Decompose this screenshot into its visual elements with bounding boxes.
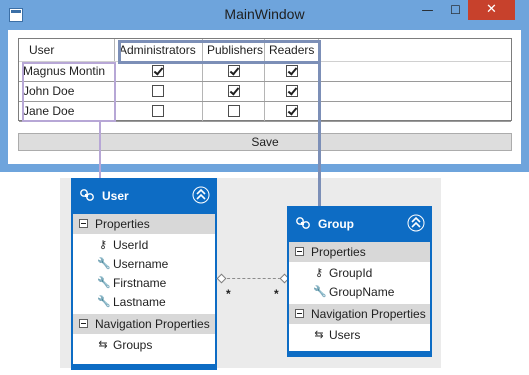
wrench-icon: 🔧 bbox=[313, 286, 327, 298]
entity-body: Properties ⚷ GroupId 🔧 GroupName Navigat… bbox=[289, 242, 430, 351]
user-name-cell[interactable]: Jane Doe bbox=[19, 102, 115, 121]
publishers-checkbox[interactable] bbox=[228, 105, 240, 117]
association-line[interactable] bbox=[222, 278, 286, 280]
wrench-icon: 🔧 bbox=[97, 277, 111, 289]
collapse-toggle-icon[interactable] bbox=[295, 309, 304, 318]
navigation-section-header[interactable]: Navigation Properties bbox=[289, 304, 430, 324]
entity-icon bbox=[296, 217, 310, 229]
window-client-area: User Administrators Publishers Readers M… bbox=[8, 30, 521, 164]
entity-header[interactable]: Group bbox=[287, 206, 432, 242]
publishers-checkbox[interactable] bbox=[228, 85, 240, 97]
users-datagrid[interactable]: User Administrators Publishers Readers M… bbox=[18, 38, 512, 122]
property-name: GroupName bbox=[329, 285, 395, 299]
column-header-administrators[interactable]: Administrators bbox=[115, 39, 203, 61]
entity-name: Group bbox=[318, 217, 354, 231]
properties-list: ⚷ GroupId 🔧 GroupName bbox=[289, 262, 430, 304]
administrators-cell bbox=[115, 62, 203, 81]
entity-body: Properties ⚷ UserId 🔧 Username 🔧 Firstna… bbox=[73, 214, 215, 364]
title-bar[interactable]: MainWindow — ☐ ✕ bbox=[0, 0, 529, 30]
entity-icon bbox=[80, 189, 94, 201]
column-header-publishers[interactable]: Publishers bbox=[203, 39, 265, 61]
navigation-section-label: Navigation Properties bbox=[95, 317, 210, 331]
navigation-list: ⇆ Groups bbox=[73, 334, 215, 357]
publishers-checkbox[interactable] bbox=[228, 65, 240, 77]
property-item[interactable]: 🔧 Username bbox=[73, 255, 215, 274]
properties-list: ⚷ UserId 🔧 Username 🔧 Firstname 🔧 Lastna… bbox=[73, 234, 215, 314]
table-row[interactable]: Jane Doe bbox=[19, 102, 511, 122]
property-name: Firstname bbox=[113, 276, 167, 290]
collapse-toggle-icon[interactable] bbox=[79, 319, 88, 328]
key-icon: ⚷ bbox=[314, 267, 324, 279]
readers-checkbox[interactable] bbox=[286, 105, 298, 117]
property-item[interactable]: ⚷ GroupId bbox=[289, 264, 430, 283]
publishers-cell bbox=[203, 102, 265, 121]
property-item[interactable]: ⚷ UserId bbox=[73, 236, 215, 255]
navigation-section-label: Navigation Properties bbox=[311, 307, 426, 321]
navigation-property-item[interactable]: ⇆ Users bbox=[289, 326, 430, 345]
property-name: UserId bbox=[113, 238, 149, 252]
collapse-toggle-icon[interactable] bbox=[79, 219, 88, 228]
entity-header[interactable]: User bbox=[71, 178, 217, 214]
navigation-icon: ⇆ bbox=[98, 339, 108, 351]
entity-user[interactable]: User Properties ⚷ UserId 🔧 Username 🔧 Fi… bbox=[71, 178, 217, 370]
readers-cell bbox=[265, 62, 319, 81]
administrators-checkbox[interactable] bbox=[152, 105, 164, 117]
navigation-icon: ⇆ bbox=[314, 329, 324, 341]
property-name: Username bbox=[113, 257, 169, 271]
publishers-cell bbox=[203, 82, 265, 101]
properties-section-header[interactable]: Properties bbox=[73, 214, 215, 234]
property-item[interactable]: 🔧 Lastname bbox=[73, 293, 215, 312]
table-row[interactable]: John Doe bbox=[19, 82, 511, 102]
administrators-checkbox[interactable] bbox=[152, 65, 164, 77]
property-item[interactable]: 🔧 Firstname bbox=[73, 274, 215, 293]
entity-group[interactable]: Group Properties ⚷ GroupId 🔧 GroupName N… bbox=[287, 206, 432, 357]
double-chevron-up-icon[interactable] bbox=[192, 186, 210, 204]
user-name-cell[interactable]: Magnus Montin bbox=[19, 62, 115, 81]
properties-section-header[interactable]: Properties bbox=[289, 242, 430, 262]
properties-section-label: Properties bbox=[311, 245, 366, 259]
property-item[interactable]: 🔧 GroupName bbox=[289, 283, 430, 302]
property-name: GroupId bbox=[329, 266, 373, 280]
group-connector-line bbox=[318, 64, 321, 207]
readers-cell bbox=[265, 82, 319, 101]
administrators-cell bbox=[115, 82, 203, 101]
readers-checkbox[interactable] bbox=[286, 65, 298, 77]
properties-section-label: Properties bbox=[95, 217, 150, 231]
save-button[interactable]: Save bbox=[18, 133, 512, 151]
column-header-readers[interactable]: Readers bbox=[265, 39, 319, 61]
maximize-button[interactable]: ☐ bbox=[442, 0, 469, 20]
entity-name: User bbox=[102, 189, 129, 203]
multiplicity-right: * bbox=[274, 287, 279, 301]
main-window: MainWindow — ☐ ✕ User Administrators Pub… bbox=[0, 0, 529, 172]
publishers-cell bbox=[203, 62, 265, 81]
wrench-icon: 🔧 bbox=[97, 296, 111, 308]
multiplicity-left: * bbox=[226, 287, 231, 301]
readers-checkbox[interactable] bbox=[286, 85, 298, 97]
readers-cell bbox=[265, 102, 319, 121]
navigation-section-header[interactable]: Navigation Properties bbox=[73, 314, 215, 334]
minimize-button[interactable]: — bbox=[414, 0, 441, 20]
user-name-cell[interactable]: John Doe bbox=[19, 82, 115, 101]
table-row[interactable]: Magnus Montin bbox=[19, 62, 511, 82]
double-chevron-up-icon[interactable] bbox=[407, 214, 425, 232]
navigation-list: ⇆ Users bbox=[289, 324, 430, 347]
navigation-property-name: Groups bbox=[113, 338, 153, 352]
column-header-user[interactable]: User bbox=[19, 39, 115, 61]
close-button[interactable]: ✕ bbox=[468, 0, 515, 20]
property-name: Lastname bbox=[113, 295, 166, 309]
administrators-checkbox[interactable] bbox=[152, 85, 164, 97]
navigation-property-item[interactable]: ⇆ Groups bbox=[73, 336, 215, 355]
grid-header-row: User Administrators Publishers Readers bbox=[19, 39, 511, 62]
navigation-property-name: Users bbox=[329, 328, 361, 342]
wrench-icon: 🔧 bbox=[97, 258, 111, 270]
administrators-cell bbox=[115, 102, 203, 121]
key-icon: ⚷ bbox=[98, 239, 108, 251]
collapse-toggle-icon[interactable] bbox=[295, 247, 304, 256]
